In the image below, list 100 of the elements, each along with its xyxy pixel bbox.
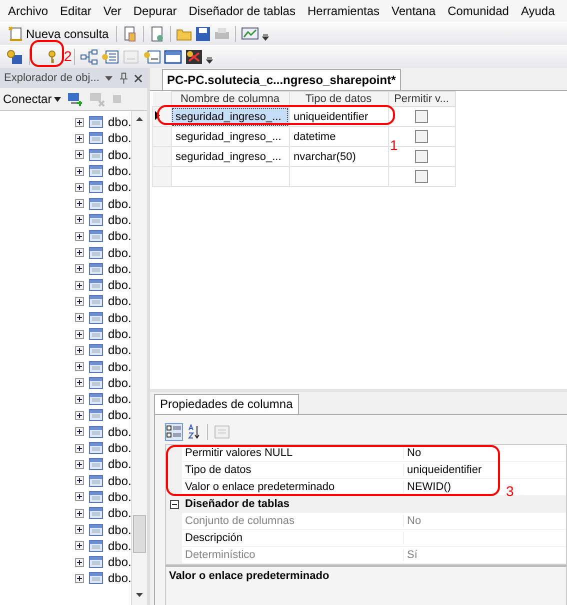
document-icon[interactable] xyxy=(122,26,138,42)
expand-toggle[interactable] xyxy=(75,508,84,518)
expand-toggle[interactable] xyxy=(75,232,84,241)
expand-toggle[interactable] xyxy=(75,199,84,208)
column-header[interactable]: Permitir v... xyxy=(388,92,455,106)
scroll-down-icon[interactable] xyxy=(136,593,144,597)
checkbox[interactable] xyxy=(415,110,428,123)
tree-item[interactable]: dbo. xyxy=(108,246,132,260)
expand-toggle[interactable] xyxy=(75,215,84,224)
expand-toggle[interactable] xyxy=(75,558,84,567)
expand-toggle[interactable] xyxy=(75,248,84,258)
column-header[interactable]: Tipo de datos xyxy=(289,92,388,106)
expand-toggle[interactable] xyxy=(75,182,84,192)
expand-toggle[interactable] xyxy=(75,525,84,534)
check-constraint-icon[interactable] xyxy=(185,49,203,65)
expand-toggle[interactable] xyxy=(75,492,84,502)
scrollbar[interactable] xyxy=(131,111,147,605)
expand-toggle[interactable] xyxy=(75,362,84,372)
expand-toggle[interactable] xyxy=(75,574,84,583)
key-icon[interactable] xyxy=(47,50,57,64)
expand-toggle[interactable] xyxy=(75,280,84,290)
checkbox[interactable] xyxy=(415,130,428,143)
tree-item[interactable]: dbo. xyxy=(108,441,132,456)
scroll-up-icon[interactable] xyxy=(136,117,144,121)
tree-item[interactable]: dbo. xyxy=(108,164,132,178)
sort-alphabetical-icon[interactable] xyxy=(187,424,201,440)
categorized-icon[interactable] xyxy=(165,423,183,441)
menu-item[interactable]: Ayuda xyxy=(514,4,561,18)
table-icon[interactable] xyxy=(164,49,182,65)
tree-item[interactable]: dbo. xyxy=(108,294,132,308)
expand-toggle[interactable] xyxy=(75,444,84,453)
tree-item[interactable]: dbo. xyxy=(108,424,132,439)
tree-item[interactable]: dbo. xyxy=(108,180,132,194)
expand-toggle[interactable] xyxy=(75,378,84,388)
expand-toggle[interactable] xyxy=(75,264,84,274)
expand-toggle[interactable] xyxy=(75,394,84,404)
expand-toggle[interactable] xyxy=(75,541,84,550)
key-list-icon[interactable] xyxy=(101,49,119,65)
scroll-thumb[interactable] xyxy=(133,515,146,553)
menu-item[interactable]: Editar xyxy=(54,4,98,18)
tree-item[interactable]: dbo. xyxy=(108,196,132,211)
expand-toggle[interactable] xyxy=(75,410,84,420)
property-value[interactable]: No xyxy=(407,447,422,459)
expand-toggle[interactable] xyxy=(75,346,84,355)
menu-item[interactable]: Depurar xyxy=(127,4,183,18)
checkbox[interactable] xyxy=(415,150,428,163)
tree-item[interactable]: dbo. xyxy=(108,327,132,341)
tree-item[interactable]: dbo. xyxy=(108,115,132,130)
expand-toggle[interactable] xyxy=(75,427,84,436)
expand-toggle[interactable] xyxy=(75,313,84,322)
pin-icon[interactable] xyxy=(118,72,128,84)
checkbox[interactable] xyxy=(415,170,428,183)
tree-item[interactable]: dbo. xyxy=(108,212,132,227)
tree-item[interactable]: dbo. xyxy=(108,506,132,520)
chart-icon[interactable] xyxy=(240,26,259,42)
expand-toggle[interactable] xyxy=(75,118,84,127)
properties-tab[interactable]: Propiedades de columna xyxy=(154,394,299,414)
tree-item[interactable]: dbo. xyxy=(108,131,132,146)
tree-item[interactable]: dbo. xyxy=(108,555,132,570)
dropdown-icon[interactable] xyxy=(105,74,113,82)
menu-item[interactable]: Comunidad xyxy=(442,4,515,18)
tree-item[interactable]: dbo. xyxy=(108,148,132,162)
tree-item[interactable]: dbo. xyxy=(108,522,132,537)
document-icon[interactable] xyxy=(148,26,165,42)
expand-toggle[interactable] xyxy=(75,166,84,176)
tree-item[interactable]: dbo. xyxy=(108,457,132,472)
expand-toggle[interactable] xyxy=(75,150,84,160)
tree-item[interactable]: dbo. xyxy=(108,262,132,276)
tree-item[interactable]: dbo. xyxy=(108,408,132,422)
tree-item[interactable]: dbo. xyxy=(108,571,132,586)
tree-item[interactable]: dbo. xyxy=(108,343,132,358)
menu-item[interactable]: Ver xyxy=(97,4,128,18)
close-icon[interactable] xyxy=(134,74,143,82)
save-key-icon[interactable] xyxy=(6,49,24,65)
tree-item[interactable]: dbo. xyxy=(108,538,132,553)
tree-item[interactable]: dbo. xyxy=(108,278,132,292)
expand-toggle[interactable] xyxy=(75,476,84,486)
expand-toggle[interactable] xyxy=(75,296,84,306)
tree-item[interactable]: dbo. xyxy=(108,490,132,504)
menu-item[interactable]: Ventana xyxy=(386,4,442,18)
save-icon[interactable] xyxy=(194,26,211,42)
menu-item[interactable]: Archivo xyxy=(2,4,54,18)
menu-item[interactable]: Herramientas xyxy=(301,4,386,18)
menu-item[interactable]: Diseñador de tablas xyxy=(182,4,302,18)
document-tab[interactable]: PC-PC.solutecia_c...ngreso_sharepoint* xyxy=(162,69,401,90)
tree-item[interactable]: dbo. xyxy=(108,229,132,244)
collapse-toggle[interactable] xyxy=(170,500,178,508)
tree-item[interactable]: dbo. xyxy=(108,360,132,374)
expand-toggle[interactable] xyxy=(75,134,84,143)
property-value[interactable]: uniqueidentifier xyxy=(407,464,482,476)
column-header[interactable]: Nombre de columna xyxy=(171,92,289,106)
tree-item[interactable]: dbo. xyxy=(108,376,132,390)
property-value[interactable]: NEWID() xyxy=(407,481,451,493)
connect-icon[interactable] xyxy=(66,91,83,107)
expand-toggle[interactable] xyxy=(75,460,84,469)
tree-item[interactable]: dbo. xyxy=(108,474,132,488)
expand-toggle[interactable] xyxy=(75,330,84,338)
xml-index-icon[interactable] xyxy=(143,49,161,65)
tree-item[interactable]: dbo. xyxy=(108,392,132,406)
relationships-icon[interactable] xyxy=(80,49,98,65)
